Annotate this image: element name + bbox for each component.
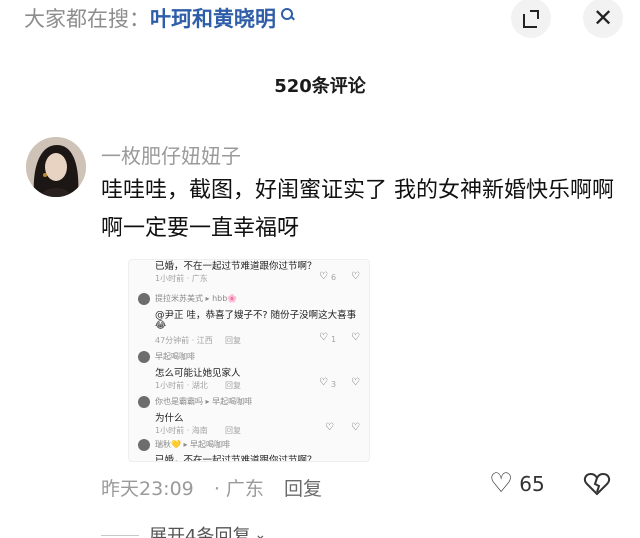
ss-text: @尹正 哇，恭喜了嫂子不? 随份子没啊这大喜事 [155,310,357,321]
chevron-down-icon: ⌄ [254,527,267,538]
close-icon: ✕ [592,4,614,32]
close-button[interactable]: ✕ [583,0,623,38]
heart-icon: ♡ [319,377,328,388]
ss-text: 为什么 [155,413,184,424]
expand-button[interactable] [511,0,551,38]
ss-user: 你也是霸霸吗 ▸ 早起喝咖啡 [155,397,253,406]
ss-text: 怎么可能让她见家人 [155,368,241,379]
like-button[interactable]: ♡ 65 [489,470,545,497]
ss-text: 已婚，不在一起过节难道跟你过节啊？ [155,261,317,272]
avatar-image [26,137,86,197]
ss-likes: 1 [331,335,337,344]
ss-meta: 1小时前 · 湖北 [155,381,208,390]
ss-meta: 1小时前 · 海南 [155,426,208,435]
dislike-icon: ♡ [351,332,360,343]
comment-username[interactable]: 一枚肥仔妞妞子 [101,140,241,169]
avatar[interactable] [26,137,86,197]
dislike-icon[interactable] [583,470,611,498]
comment-location: · 广东 [213,478,264,500]
ss-user: 瑞秋💛 ▸ 早起喝咖啡 [155,440,231,449]
ss-reply: 回复 [225,381,241,390]
comment-time: 昨天23:09 [101,478,194,500]
ss-text: 已婚，不在一起过节难道跟你过节啊？ [155,455,317,462]
expand-replies-button[interactable]: 展开4条回复 ⌄ [101,522,266,538]
comment-attached-image[interactable]: 已婚，不在一起过节难道跟你过节啊？ 1小时前 · 广东 ♡ 6 ♡ 提拉米苏美式… [128,259,370,462]
avatar [138,293,150,305]
dislike-icon: ♡ [351,422,360,433]
search-suggestion[interactable]: 大家都在搜： 叶珂和黄晓明 [24,2,294,34]
ss-reply: 回复 [225,336,241,345]
search-icon [280,7,294,21]
heart-icon: ♡ [489,468,514,499]
reply-button[interactable]: 回复 [284,478,322,500]
avatar [138,396,150,408]
divider [101,534,139,536]
ss-user: 早起喝咖啡 [155,352,195,361]
heart-icon: ♡ [325,422,334,433]
ss-emoji: 😂 [155,320,167,331]
comment-count-title: 520条评论 [274,76,366,97]
comment-text: 哇哇哇，截图，好闺蜜证实了 我的女神新婚快乐啊啊啊一定要一直幸福呀 [101,178,614,241]
comment-meta: 昨天23:09 · 广东 回复 [101,474,336,501]
search-prefix: 大家都在搜： [24,7,150,31]
like-count: 65 [519,471,545,496]
dislike-icon: ♡ [351,271,360,282]
heart-icon: ♡ [319,332,328,343]
expand-icon [523,10,539,28]
ss-reply: 回复 [225,426,241,435]
ss-meta: 47分钟前 · 江西 [155,336,213,345]
heart-icon: ♡ [319,271,328,282]
search-term-link[interactable]: 叶珂和黄晓明 [150,3,276,33]
ss-likes: 6 [331,273,337,282]
ss-meta: 1小时前 · 广东 [155,274,208,283]
avatar [138,439,150,451]
ss-user: 提拉米苏美式 ▸ hbb🌸 [155,294,238,303]
avatar [138,351,150,363]
dislike-icon: ♡ [351,377,360,388]
expand-replies-label: 展开4条回复 [149,526,251,538]
ss-likes: 3 [331,380,337,389]
